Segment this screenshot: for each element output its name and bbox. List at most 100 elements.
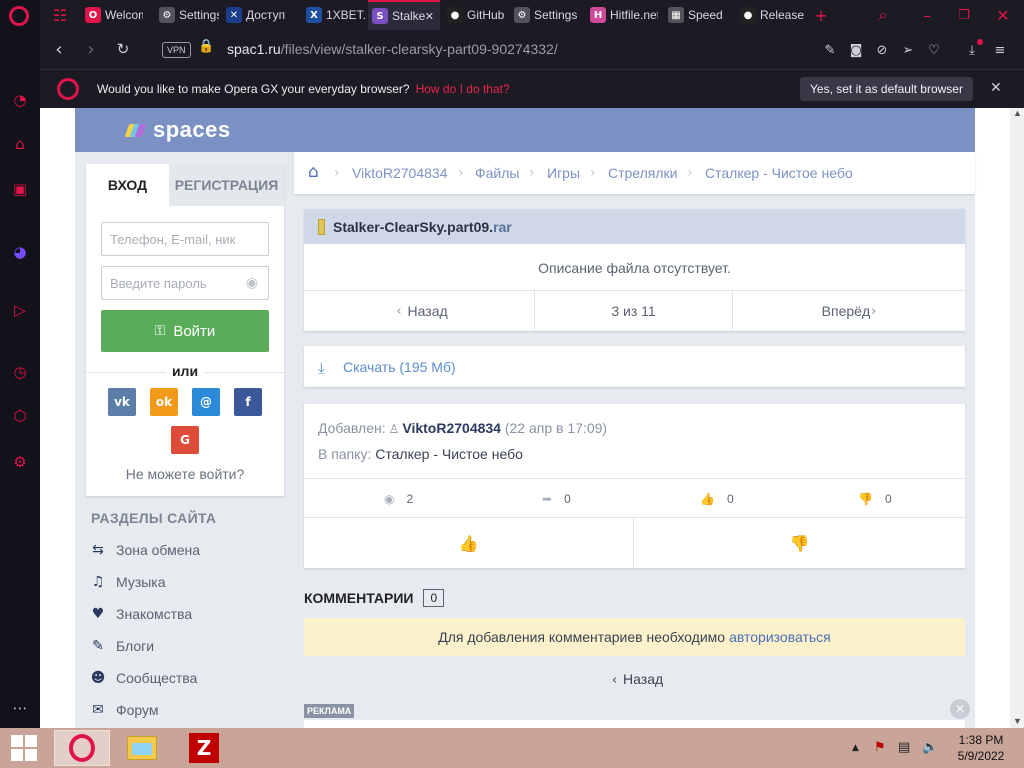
reload-button[interactable]: ↻ [112,38,134,60]
camera-icon[interactable]: ◙ [846,40,866,60]
send-icon[interactable]: ➢ [898,40,918,60]
heart-icon[interactable]: ♡ [924,40,944,60]
twitch-icon[interactable]: ▣ [8,177,32,201]
section-item-5[interactable]: ✉ Форум [88,699,158,721]
gamepad-icon[interactable]: ☷ [43,0,77,30]
close-window-button[interactable]: ✕ [986,0,1020,30]
tab-5[interactable]: ● GitHub [443,0,507,30]
url-field[interactable]: spac1.ru/files/view/stalker-clearsky-par… [227,41,558,57]
network-icon[interactable]: ▤ [898,740,910,755]
block-icon[interactable]: ⊘ [872,40,892,60]
login-input[interactable]: Телефон, E-mail, ник [101,222,269,256]
tab-8[interactable]: ▦ Speed [664,0,734,30]
speed-dial-icon[interactable]: ◔ [8,88,32,112]
google-login-icon[interactable]: G [171,426,199,454]
login-button[interactable]: ⚿ Войти [101,310,269,352]
site-logo[interactable]: spaces [124,117,231,143]
start-button[interactable] [0,728,48,768]
new-tab-button[interactable]: + [804,0,838,30]
folder-icon [127,736,157,760]
dislike-button[interactable]: 👎 [634,518,965,568]
opera-menu-icon[interactable] [9,6,29,26]
back-button[interactable]: ‹ [48,38,70,60]
archive-icon [318,218,325,235]
player-icon[interactable]: ▷ [8,298,32,322]
exchange-icon: ⇆ [92,542,104,558]
like-button[interactable]: 👍 [304,518,634,568]
section-item-0[interactable]: ⇆ Зона обмена [88,539,200,561]
forward-button[interactable]: › [80,38,102,60]
set-default-button[interactable]: Yes, set it as default browser [800,77,973,101]
author-link[interactable]: ViktoR2704834 [402,420,501,436]
tab-0[interactable]: O Welcome [81,0,143,30]
taskbar-filezilla[interactable]: Z [176,730,232,766]
home-icon[interactable]: ⌂ [308,162,319,182]
vk-login-icon[interactable]: vk [108,388,136,416]
flag-icon[interactable]: ⚑ [874,740,886,755]
messenger-icon[interactable]: ◕ [8,240,32,264]
maximize-button[interactable]: ❐ [947,0,981,30]
added-date: (22 апр в 17:09) [504,420,608,436]
section-item-3[interactable]: ✎ Блоги [88,635,154,657]
clock[interactable]: 1:38 PM 5/9/2022 [946,732,1016,764]
odnoklassniki-login-icon[interactable]: ok [150,388,178,416]
more-icon[interactable]: ⋯ [8,696,32,720]
cant-login-link[interactable]: Не можете войти? [86,466,284,482]
lock-icon[interactable]: 🔒 [198,39,214,54]
folder-link[interactable]: Сталкер - Чистое небо [375,446,523,462]
shares-stat[interactable]: ➦ 0 [542,492,571,506]
menu-icon[interactable]: ≡ [990,40,1010,60]
auth-required-notice: Для добавления комментариев необходимо а… [304,618,965,656]
login-button-label: Войти [173,322,216,340]
vpn-badge[interactable]: VPN [162,42,191,58]
breadcrumb-shooters[interactable]: Стрелялки [608,165,678,181]
tab-7[interactable]: H Hitfile.net [586,0,658,30]
minimize-button[interactable]: – [910,0,944,30]
download-link[interactable]: ⤓ Скачать (195 Мб) [304,346,965,387]
tab-6[interactable]: ⚙ Settings [510,0,582,30]
url-host: spac1.ru [227,41,281,57]
edit-icon[interactable]: ✎ [820,40,840,60]
tab-2[interactable]: ✕ Доступ [222,0,289,30]
mail-login-icon[interactable]: @ [192,388,220,416]
history-icon[interactable]: ◷ [8,360,32,384]
show-password-icon[interactable]: ◉ [246,275,258,291]
close-tab-icon[interactable]: ✕ [425,10,434,23]
breadcrumb-user[interactable]: ViktoR2704834 [352,165,447,181]
tab-login[interactable]: ВХОД [86,164,169,206]
close-notification-icon[interactable]: ✕ [990,80,1002,96]
breadcrumb-games[interactable]: Игры [547,165,580,181]
prev-file-button[interactable]: ‹ Назад [304,291,535,331]
facebook-login-icon[interactable]: f [234,388,262,416]
scroll-down-icon[interactable]: ▼ [1013,716,1022,726]
section-item-4[interactable]: ☻ Сообщества [88,667,198,689]
tray-expand-icon[interactable]: ▲ [852,743,859,753]
auth-link[interactable]: авторизоваться [729,629,831,645]
taskbar-explorer[interactable] [114,730,170,766]
tab-3[interactable]: X 1XBET. [302,0,366,30]
how-link[interactable]: How do I do that? [416,82,510,96]
section-item-2[interactable]: ♥ Знакомства [88,603,192,625]
search-tabs-icon[interactable]: ⌕ [866,0,900,30]
password-input[interactable]: Введите пароль ◉ [101,266,269,300]
user-icon: ♙ [388,422,400,436]
likes-stat: 👍 0 [700,492,734,506]
tab-register[interactable]: РЕГИСТРАЦИЯ [169,164,284,206]
settings-icon[interactable]: ⚙ [8,450,32,474]
close-ad-icon[interactable]: ✕ [950,699,970,719]
gx-corner-icon[interactable]: ⌂ [8,132,32,156]
scroll-up-icon[interactable]: ▲ [1013,108,1022,118]
tab-9[interactable]: ● Release [736,0,804,30]
extensions-icon[interactable]: ⬡ [8,404,32,428]
next-file-button[interactable]: Вперёд › [733,291,965,331]
page-scrollbar[interactable]: ▲ ▼ [1010,108,1024,728]
breadcrumb-files[interactable]: Файлы [475,165,519,181]
section-item-1[interactable]: ♫ Музыка [88,571,166,593]
notification-text: Would you like to make Opera GX your eve… [97,82,410,96]
volume-icon[interactable]: 🔈 [922,740,938,755]
taskbar-opera[interactable] [54,730,110,766]
back-link[interactable]: ‹ Назад [304,671,965,688]
breadcrumb-folder[interactable]: Сталкер - Чистое небо [705,165,853,181]
tab-4[interactable]: S Stalker✕ [368,0,440,30]
tab-1[interactable]: ⚙ Settings [155,0,219,30]
